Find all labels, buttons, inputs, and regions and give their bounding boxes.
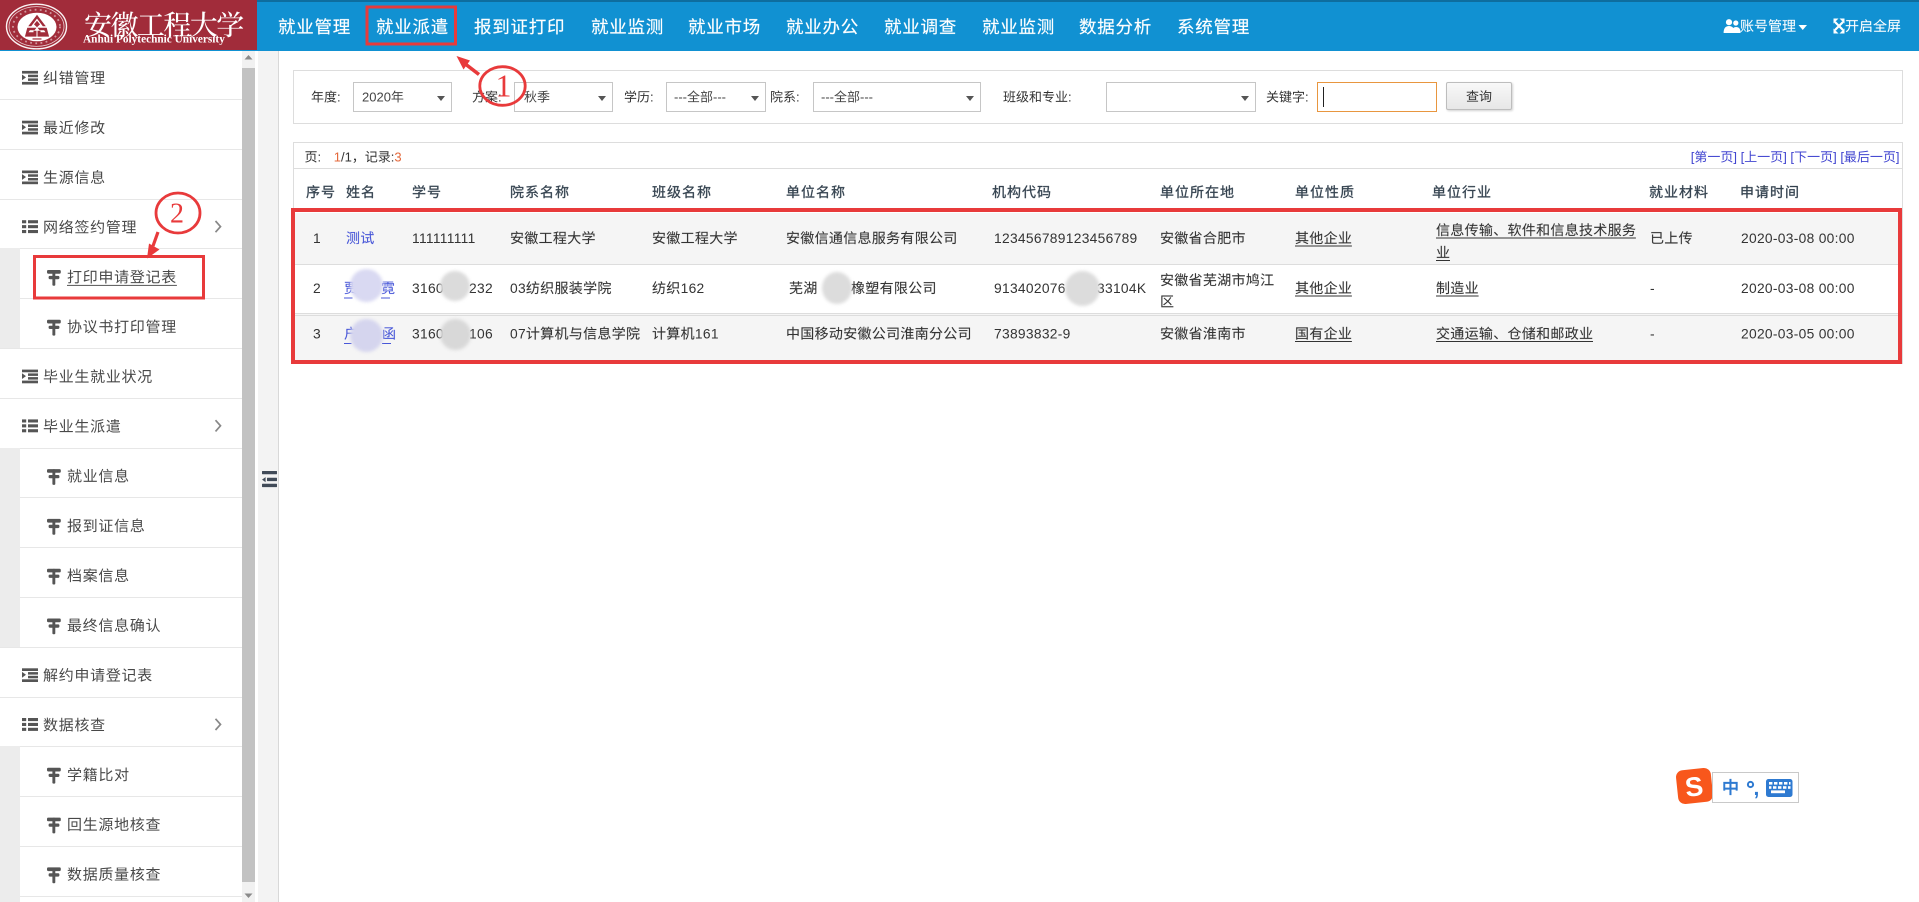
svg-text:2: 2: [170, 199, 184, 230]
svg-text:1: 1: [496, 68, 512, 104]
